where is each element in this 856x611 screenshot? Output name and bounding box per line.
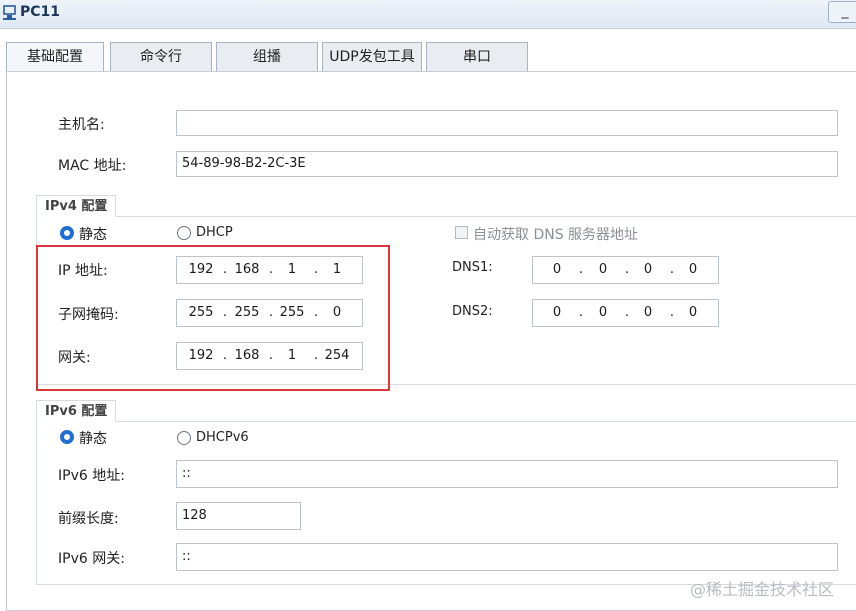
auto-dns-label: 自动获取 DNS 服务器地址 xyxy=(473,227,639,243)
tab-multicast[interactable]: 组播 xyxy=(216,42,318,72)
dns2-octet-1: 0 xyxy=(552,305,562,320)
tab-udp-tool[interactable]: UDP发包工具 xyxy=(322,42,422,72)
dns2-label: DNS2: xyxy=(452,304,493,319)
prefix-length-input[interactable]: 128 xyxy=(176,502,301,530)
ipv6-address-label: IPv6 地址: xyxy=(58,468,125,484)
dns2-octet-3: 0 xyxy=(643,305,653,320)
dns2-dot-1: . xyxy=(578,305,584,320)
ipv6-dhcpv6-label: DHCPv6 xyxy=(196,430,249,445)
dns1-octet-4: 0 xyxy=(688,262,698,277)
ipv4-static-label: 静态 xyxy=(79,227,107,243)
dns1-octet-1: 0 xyxy=(552,262,562,277)
highlight-box xyxy=(36,245,390,391)
tab-serial-port[interactable]: 串口 xyxy=(426,42,528,72)
dns1-octet-2: 0 xyxy=(598,262,608,277)
dns1-octet-3: 0 xyxy=(643,262,653,277)
ipv6-gateway-input[interactable]: :: xyxy=(176,543,838,571)
mac-label: MAC 地址: xyxy=(58,158,127,174)
hostname-input[interactable] xyxy=(176,110,838,136)
watermark: @稀土掘金技术社区 xyxy=(690,580,835,599)
dns2-octet-2: 0 xyxy=(598,305,608,320)
dns1-dot-1: . xyxy=(578,262,584,277)
hostname-label: 主机名: xyxy=(58,117,105,133)
window-title: PC11 xyxy=(20,4,61,20)
tab-command-line[interactable]: 命令行 xyxy=(110,42,212,72)
ipv4-static-radio[interactable] xyxy=(60,226,74,240)
dns1-label: DNS1: xyxy=(452,260,493,275)
dns2-input[interactable]: 0 . 0 . 0 . 0 xyxy=(532,299,719,327)
ipv6-dhcpv6-radio[interactable] xyxy=(177,431,191,445)
ipv6-gateway-label: IPv6 网关: xyxy=(58,551,125,567)
tab-basic-config[interactable]: 基础配置 xyxy=(6,42,104,74)
ipv6-static-label: 静态 xyxy=(79,431,107,447)
auto-dns-checkbox[interactable] xyxy=(455,226,468,239)
ipv4-dhcp-label: DHCP xyxy=(196,225,233,240)
title-bar: PC11 _ xyxy=(0,0,856,29)
minimize-button[interactable]: _ xyxy=(828,1,856,23)
ipv6-group-title: IPv6 配置 xyxy=(36,400,117,422)
prefix-length-label: 前缀长度: xyxy=(58,511,119,527)
ipv4-group-title: IPv4 配置 xyxy=(36,195,117,217)
app-icon xyxy=(3,5,16,20)
dns1-input[interactable]: 0 . 0 . 0 . 0 xyxy=(532,256,719,284)
ipv6-address-input[interactable]: :: xyxy=(176,460,838,488)
mac-address-field[interactable]: 54-89-98-B2-2C-3E xyxy=(176,151,838,177)
ipv6-static-radio[interactable] xyxy=(60,430,74,444)
dns2-octet-4: 0 xyxy=(688,305,698,320)
ipv4-dhcp-radio[interactable] xyxy=(177,226,191,240)
